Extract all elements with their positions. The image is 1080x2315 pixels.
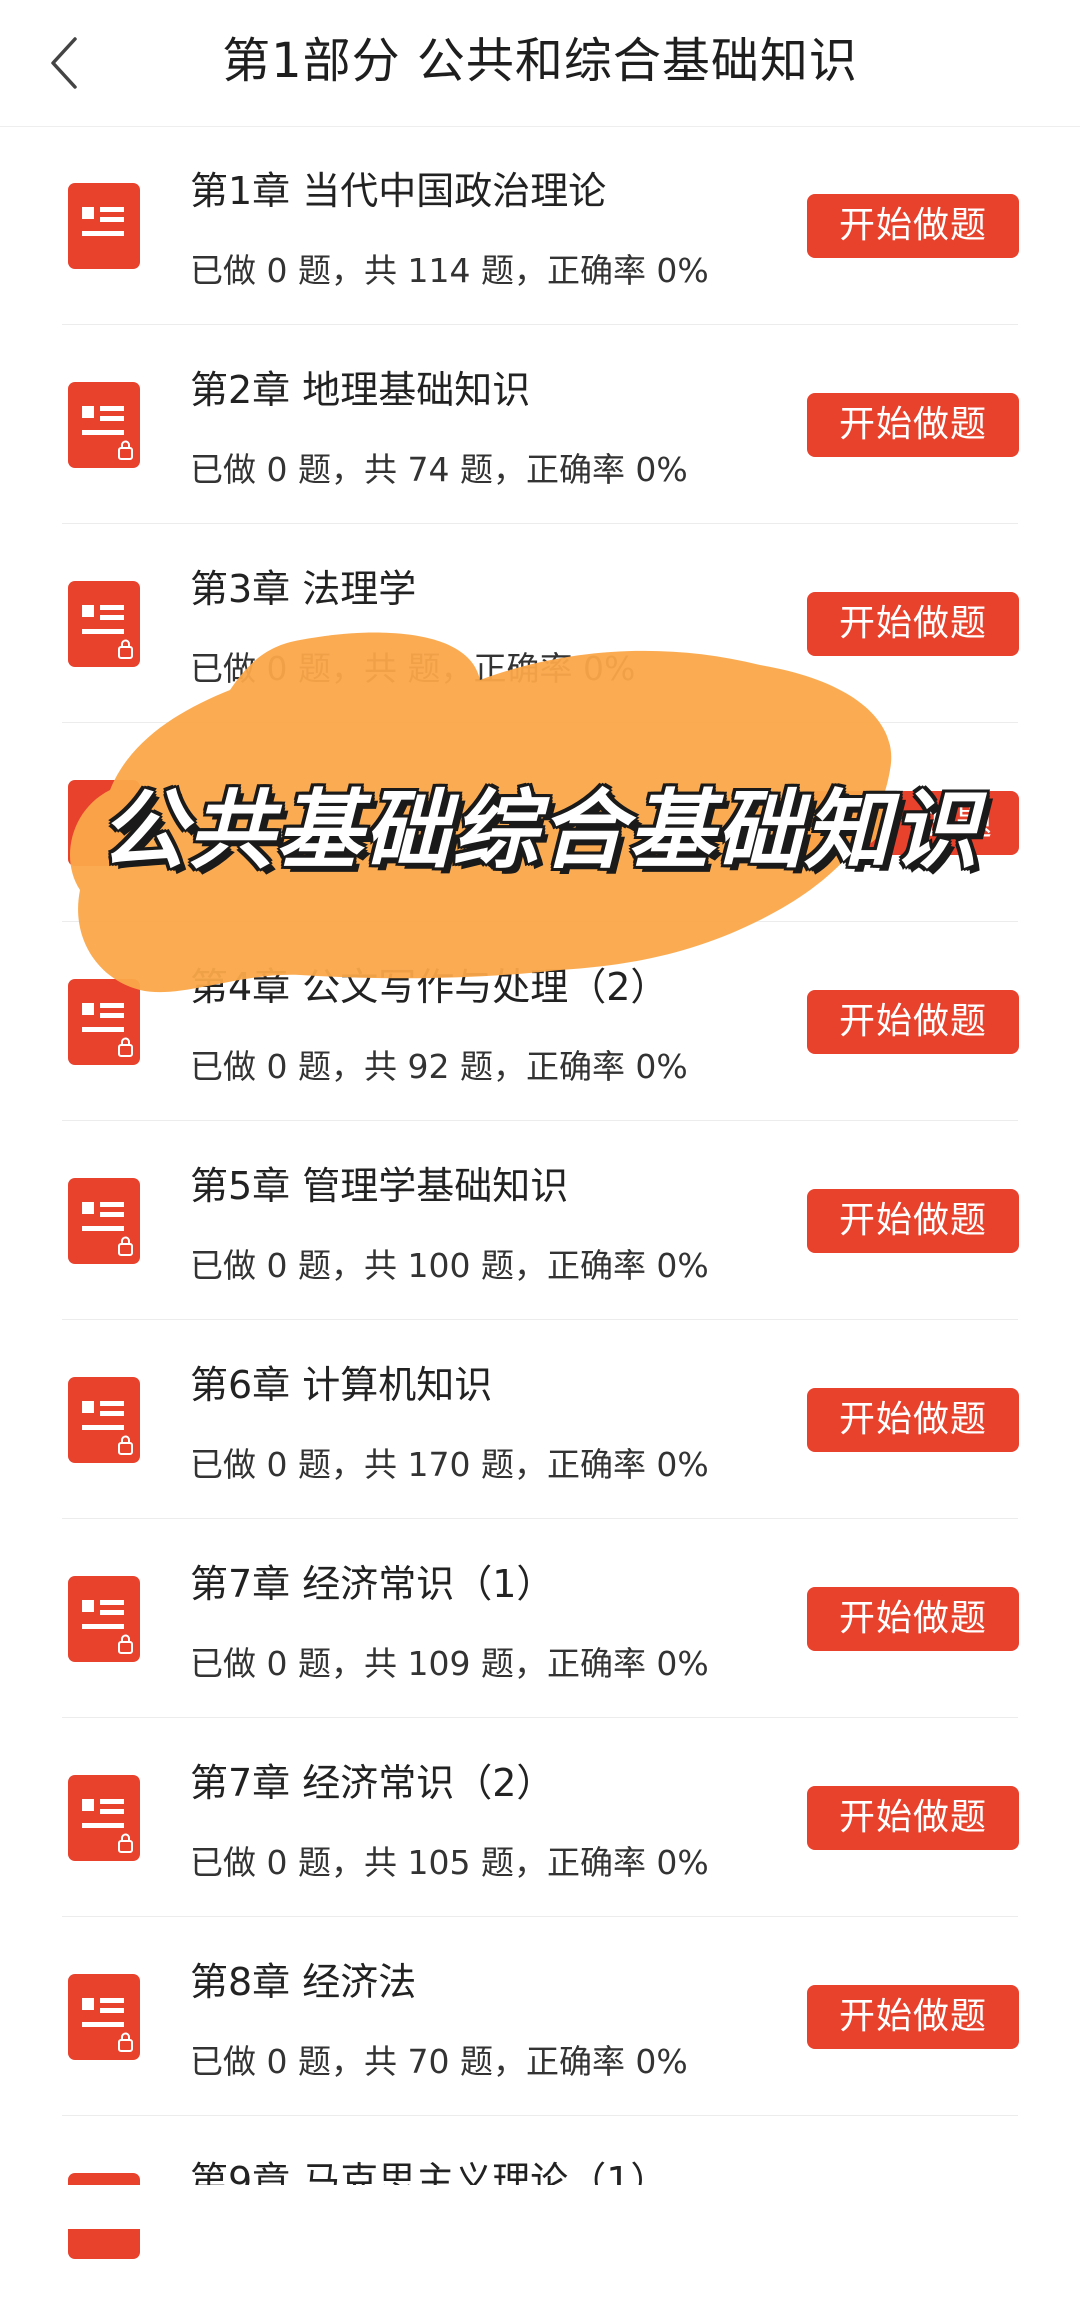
start-practice-button[interactable]: 开始做题 [807,194,1019,258]
chapter-stats: 已做 0 题，共 70 题，正确率 0% [190,2042,688,2081]
chapter-title: 第4章 公文写作与处理（2） [190,965,669,1009]
chapter-title: 第1章 当代中国政治理论 [190,169,607,213]
start-practice-button[interactable]: 开始做题 [807,1985,1019,2049]
locked-document-icon [68,382,140,468]
locked-document-icon [68,780,140,866]
locked-document-icon [68,1775,140,1861]
chapter-stats: 已做 0 题，共 114 题，正确率 0% [190,251,709,290]
chapter-title: 第7章 经济常识（2） [190,1761,555,1805]
start-practice-button[interactable]: 开始做题 [807,990,1019,1054]
bottom-edge [0,2185,1080,2229]
chapter-row[interactable]: 第2章 地理基础知识 已做 0 题，共 74 题，正确率 0% 开始做题 [0,325,1080,524]
chapter-row[interactable]: 第7章 经济常识（2） 已做 0 题，共 105 题，正确率 0% 开始做题 [0,1718,1080,1917]
top-bar: 第1部分 公共和综合基础知识 [0,0,1080,127]
locked-document-icon [68,979,140,1065]
start-practice-button[interactable]: 开始做题 [807,1189,1019,1253]
chapter-row[interactable]: 第6章 计算机知识 已做 0 题，共 170 题，正确率 0% 开始做题 [0,1320,1080,1519]
chapter-row[interactable]: 第1章 当代中国政治理论 已做 0 题，共 114 题，正确率 0% 开始做题 [0,126,1080,325]
chapter-list: 第1章 当代中国政治理论 已做 0 题，共 114 题，正确率 0% 开始做题 … [0,126,1080,2315]
start-practice-button[interactable]: 开始做题 [807,1388,1019,1452]
chapter-title: 第7章 经济常识（1） [190,1562,555,1606]
start-practice-button[interactable]: 开始做题 [807,1786,1019,1850]
chapter-title: 第2章 地理基础知识 [190,368,531,412]
chapter-title: 第8章 经济法 [190,1960,417,2004]
start-practice-button[interactable]: 开始做题 [807,393,1019,457]
locked-document-icon [68,1178,140,1264]
chapter-title: 第5章 管理学基础知识 [190,1164,569,1208]
locked-document-icon [68,1377,140,1463]
chapter-stats: 已做 0 题，共 题，正确率 0% [190,649,636,688]
locked-document-icon [68,1974,140,2060]
chapter-stats: 已做 0 题，共 100 题，正确率 0% [190,1246,709,1285]
document-icon [68,183,140,269]
chapter-stats: 已做 0 题，共 74 题，正确率 0% [190,450,688,489]
chapter-row[interactable]: 做题 [0,723,1080,922]
chapter-row[interactable]: 第3章 法理学 已做 0 题，共 题，正确率 0% 开始做题 [0,524,1080,723]
chapter-stats: 已做 0 题，共 170 题，正确率 0% [190,1445,709,1484]
chapter-row[interactable]: 第4章 公文写作与处理（2） 已做 0 题，共 92 题，正确率 0% 开始做题 [0,922,1080,1121]
start-practice-button[interactable]: 开始做题 [807,592,1019,656]
start-practice-button[interactable]: 做题 [807,791,1019,855]
page-title: 第1部分 公共和综合基础知识 [222,33,858,89]
start-practice-button[interactable]: 开始做题 [807,1587,1019,1651]
chapter-stats: 已做 0 题，共 92 题，正确率 0% [190,1047,688,1086]
chapter-row[interactable]: 第8章 经济法 已做 0 题，共 70 题，正确率 0% 开始做题 [0,1917,1080,2116]
chapter-stats: 已做 0 题，共 109 题，正确率 0% [190,1644,709,1683]
locked-document-icon [68,1576,140,1662]
locked-document-icon [68,581,140,667]
chapter-stats: 已做 0 题，共 105 题，正确率 0% [190,1843,709,1882]
chapter-title: 第6章 计算机知识 [190,1363,493,1407]
chapter-title: 第3章 法理学 [190,567,417,611]
chapter-row[interactable]: 第5章 管理学基础知识 已做 0 题，共 100 题，正确率 0% 开始做题 [0,1121,1080,1320]
chapter-row[interactable]: 第7章 经济常识（1） 已做 0 题，共 109 题，正确率 0% 开始做题 [0,1519,1080,1718]
